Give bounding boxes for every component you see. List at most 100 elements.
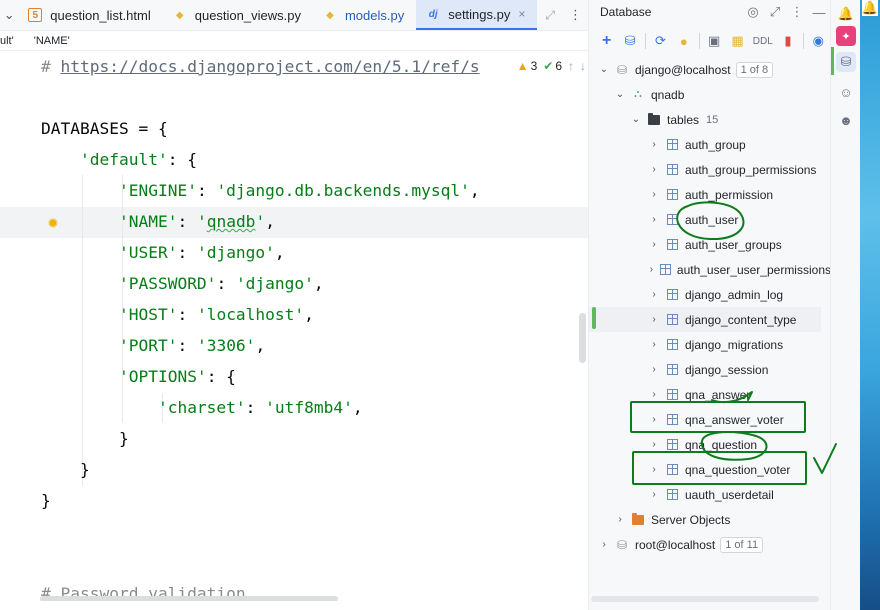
- tree-horizontal-scrollbar[interactable]: [591, 596, 819, 602]
- table-editor-icon[interactable]: ▦: [726, 30, 749, 52]
- tree-node-db[interactable]: ⌄ ⛁ django@localhost 1 of 8: [589, 57, 831, 82]
- tree-node-table[interactable]: › qna_question_voter: [589, 457, 831, 482]
- code-line[interactable]: }: [41, 423, 129, 454]
- tab-models-py[interactable]: ◆ models.py: [313, 0, 416, 30]
- close-icon[interactable]: ×: [518, 7, 525, 21]
- chevron-right-icon[interactable]: ›: [647, 463, 661, 477]
- tab-label: question_list.html: [50, 7, 151, 23]
- breadcrumb-item[interactable]: ult': [0, 35, 14, 47]
- chevron-right-icon[interactable]: ›: [647, 388, 661, 402]
- tree-node-table[interactable]: › django_migrations: [589, 332, 831, 357]
- chevron-down-icon[interactable]: ⌄: [629, 113, 643, 127]
- chevron-right-icon[interactable]: ›: [647, 363, 661, 377]
- schema-count-badge[interactable]: 1 of 11: [720, 536, 764, 553]
- chevron-right-icon[interactable]: ›: [647, 213, 661, 227]
- code-line[interactable]: 'ENGINE': 'django.db.backends.mysql',: [41, 175, 480, 206]
- code-line[interactable]: 'HOST': 'localhost',: [41, 299, 314, 330]
- tree-node-table[interactable]: › django_content_type: [589, 307, 821, 332]
- tree-node-table[interactable]: › auth_user_groups: [589, 232, 831, 257]
- chevron-right-icon[interactable]: ›: [647, 163, 661, 177]
- code-line[interactable]: 'NAME': 'qnadb',: [41, 206, 275, 237]
- chevron-right-icon[interactable]: ›: [647, 188, 661, 202]
- code-token: qnadb: [206, 212, 256, 231]
- expand-icon[interactable]: ⤢: [537, 0, 563, 30]
- chevron-right-icon[interactable]: ›: [647, 488, 661, 502]
- tree-node-table[interactable]: › auth_permission: [589, 182, 831, 207]
- tree-node-table[interactable]: › django_admin_log: [589, 282, 831, 307]
- tree-node-table[interactable]: › qna_question: [589, 432, 831, 457]
- code-editor[interactable]: # https://docs.djangoproject.com/en/5.1/…: [0, 51, 588, 601]
- tab-settings-py[interactable]: dj settings.py ×: [416, 0, 538, 30]
- database-panel-header: Database ◎ ⤢ ⋮ —: [589, 0, 830, 24]
- inspection-widget[interactable]: ▲ 3 ✔ 6 ↑ ↓: [516, 56, 586, 76]
- code-line[interactable]: 'PORT': '3306',: [41, 330, 265, 361]
- tree-node-table[interactable]: › auth_group: [589, 132, 831, 157]
- chevron-right-icon[interactable]: ›: [647, 138, 661, 152]
- target-icon[interactable]: ◎: [742, 4, 764, 20]
- tab-question-list-html[interactable]: 5 question_list.html: [18, 0, 162, 30]
- breadcrumb-item[interactable]: 'NAME': [34, 35, 70, 47]
- copilot-chat-icon[interactable]: ☻: [836, 110, 856, 130]
- schema-count-badge[interactable]: 1 of 8: [735, 61, 774, 78]
- tree-node-server[interactable]: › Server Objects: [589, 507, 831, 532]
- lightbulb-icon[interactable]: ✹: [46, 215, 60, 231]
- refresh-icon[interactable]: ⟳: [649, 30, 672, 52]
- tree-node-table[interactable]: › auth_user_user_permissions: [589, 257, 831, 282]
- code-line[interactable]: 'PASSWORD': 'django',: [41, 268, 324, 299]
- vertical-scrollbar[interactable]: [579, 313, 586, 363]
- chevron-right-icon[interactable]: ›: [647, 263, 656, 277]
- arrow-up-icon[interactable]: ↑: [568, 59, 574, 73]
- chevron-right-icon[interactable]: ›: [647, 313, 661, 327]
- code-line[interactable]: # https://docs.djangoproject.com/en/5.1/…: [41, 51, 480, 82]
- code-line[interactable]: }: [41, 485, 51, 516]
- ai-assistant-icon[interactable]: ✦: [836, 26, 856, 46]
- chevron-right-icon[interactable]: ›: [613, 513, 627, 527]
- chevron-right-icon[interactable]: ›: [597, 538, 611, 552]
- tree-node-folder[interactable]: ⌄ tables 15: [589, 107, 831, 132]
- tree-node-schema[interactable]: ⌄ ⛬ qnadb: [589, 82, 831, 107]
- more-icon[interactable]: ⋮: [786, 4, 808, 20]
- code-token: 'HOST': [118, 305, 178, 324]
- console-icon[interactable]: ▣: [702, 30, 725, 52]
- code-line[interactable]: }: [41, 454, 90, 485]
- chevron-right-icon[interactable]: ›: [647, 338, 661, 352]
- add-icon[interactable]: +: [595, 30, 618, 52]
- chevron-down-icon[interactable]: ⌄: [613, 88, 627, 102]
- code-line[interactable]: 'USER': 'django',: [41, 237, 285, 268]
- view-options-icon[interactable]: ◉: [807, 30, 830, 52]
- ddl-button[interactable]: DDL: [749, 30, 776, 52]
- tab-overflow-chevron[interactable]: ⌄: [0, 0, 18, 30]
- tab-question-views-py[interactable]: ◆ question_views.py: [163, 0, 313, 30]
- tree-node-table[interactable]: › uauth_userdetail: [589, 482, 831, 507]
- tree-node-table[interactable]: › django_session: [589, 357, 831, 382]
- tree-node-table[interactable]: › qna_answer: [589, 382, 831, 407]
- copilot-icon[interactable]: ☺: [836, 82, 856, 102]
- minimize-icon[interactable]: —: [808, 5, 830, 20]
- chevron-down-icon[interactable]: ⌄: [597, 63, 611, 77]
- datasource-properties-icon[interactable]: ⛁: [618, 30, 641, 52]
- notifications-icon[interactable]: 🔔: [836, 4, 856, 24]
- chevron-right-icon[interactable]: ›: [647, 413, 661, 427]
- table-icon: [665, 488, 679, 502]
- schema-icon[interactable]: ●: [672, 30, 695, 52]
- chevron-right-icon[interactable]: ›: [647, 438, 661, 452]
- code-token: 'ENGINE': [118, 181, 197, 200]
- tree-node-table[interactable]: › auth_group_permissions: [589, 157, 831, 182]
- chevron-right-icon[interactable]: ›: [647, 288, 661, 302]
- tree-node-db[interactable]: › ⛁ root@localhost 1 of 11: [589, 532, 831, 557]
- chevron-down-icon: ⌄: [3, 7, 15, 22]
- tree-node-table[interactable]: › qna_answer_voter: [589, 407, 831, 432]
- more-icon[interactable]: ⋮: [563, 0, 588, 30]
- code-line[interactable]: 'default': {: [41, 144, 197, 175]
- code-line[interactable]: 'OPTIONS': {: [41, 361, 236, 392]
- arrow-down-icon[interactable]: ↓: [580, 59, 586, 73]
- jump-to-query-icon[interactable]: ▮: [776, 30, 799, 52]
- expand-icon[interactable]: ⤢: [764, 4, 786, 20]
- horizontal-scrollbar[interactable]: [40, 596, 338, 601]
- tree-node-table[interactable]: › auth_user: [589, 207, 831, 232]
- chevron-right-icon[interactable]: ›: [647, 238, 661, 252]
- code-line[interactable]: 'charset': 'utf8mb4',: [41, 392, 363, 423]
- code-line[interactable]: DATABASES = {: [41, 113, 168, 144]
- database-icon[interactable]: ⛁: [836, 52, 856, 72]
